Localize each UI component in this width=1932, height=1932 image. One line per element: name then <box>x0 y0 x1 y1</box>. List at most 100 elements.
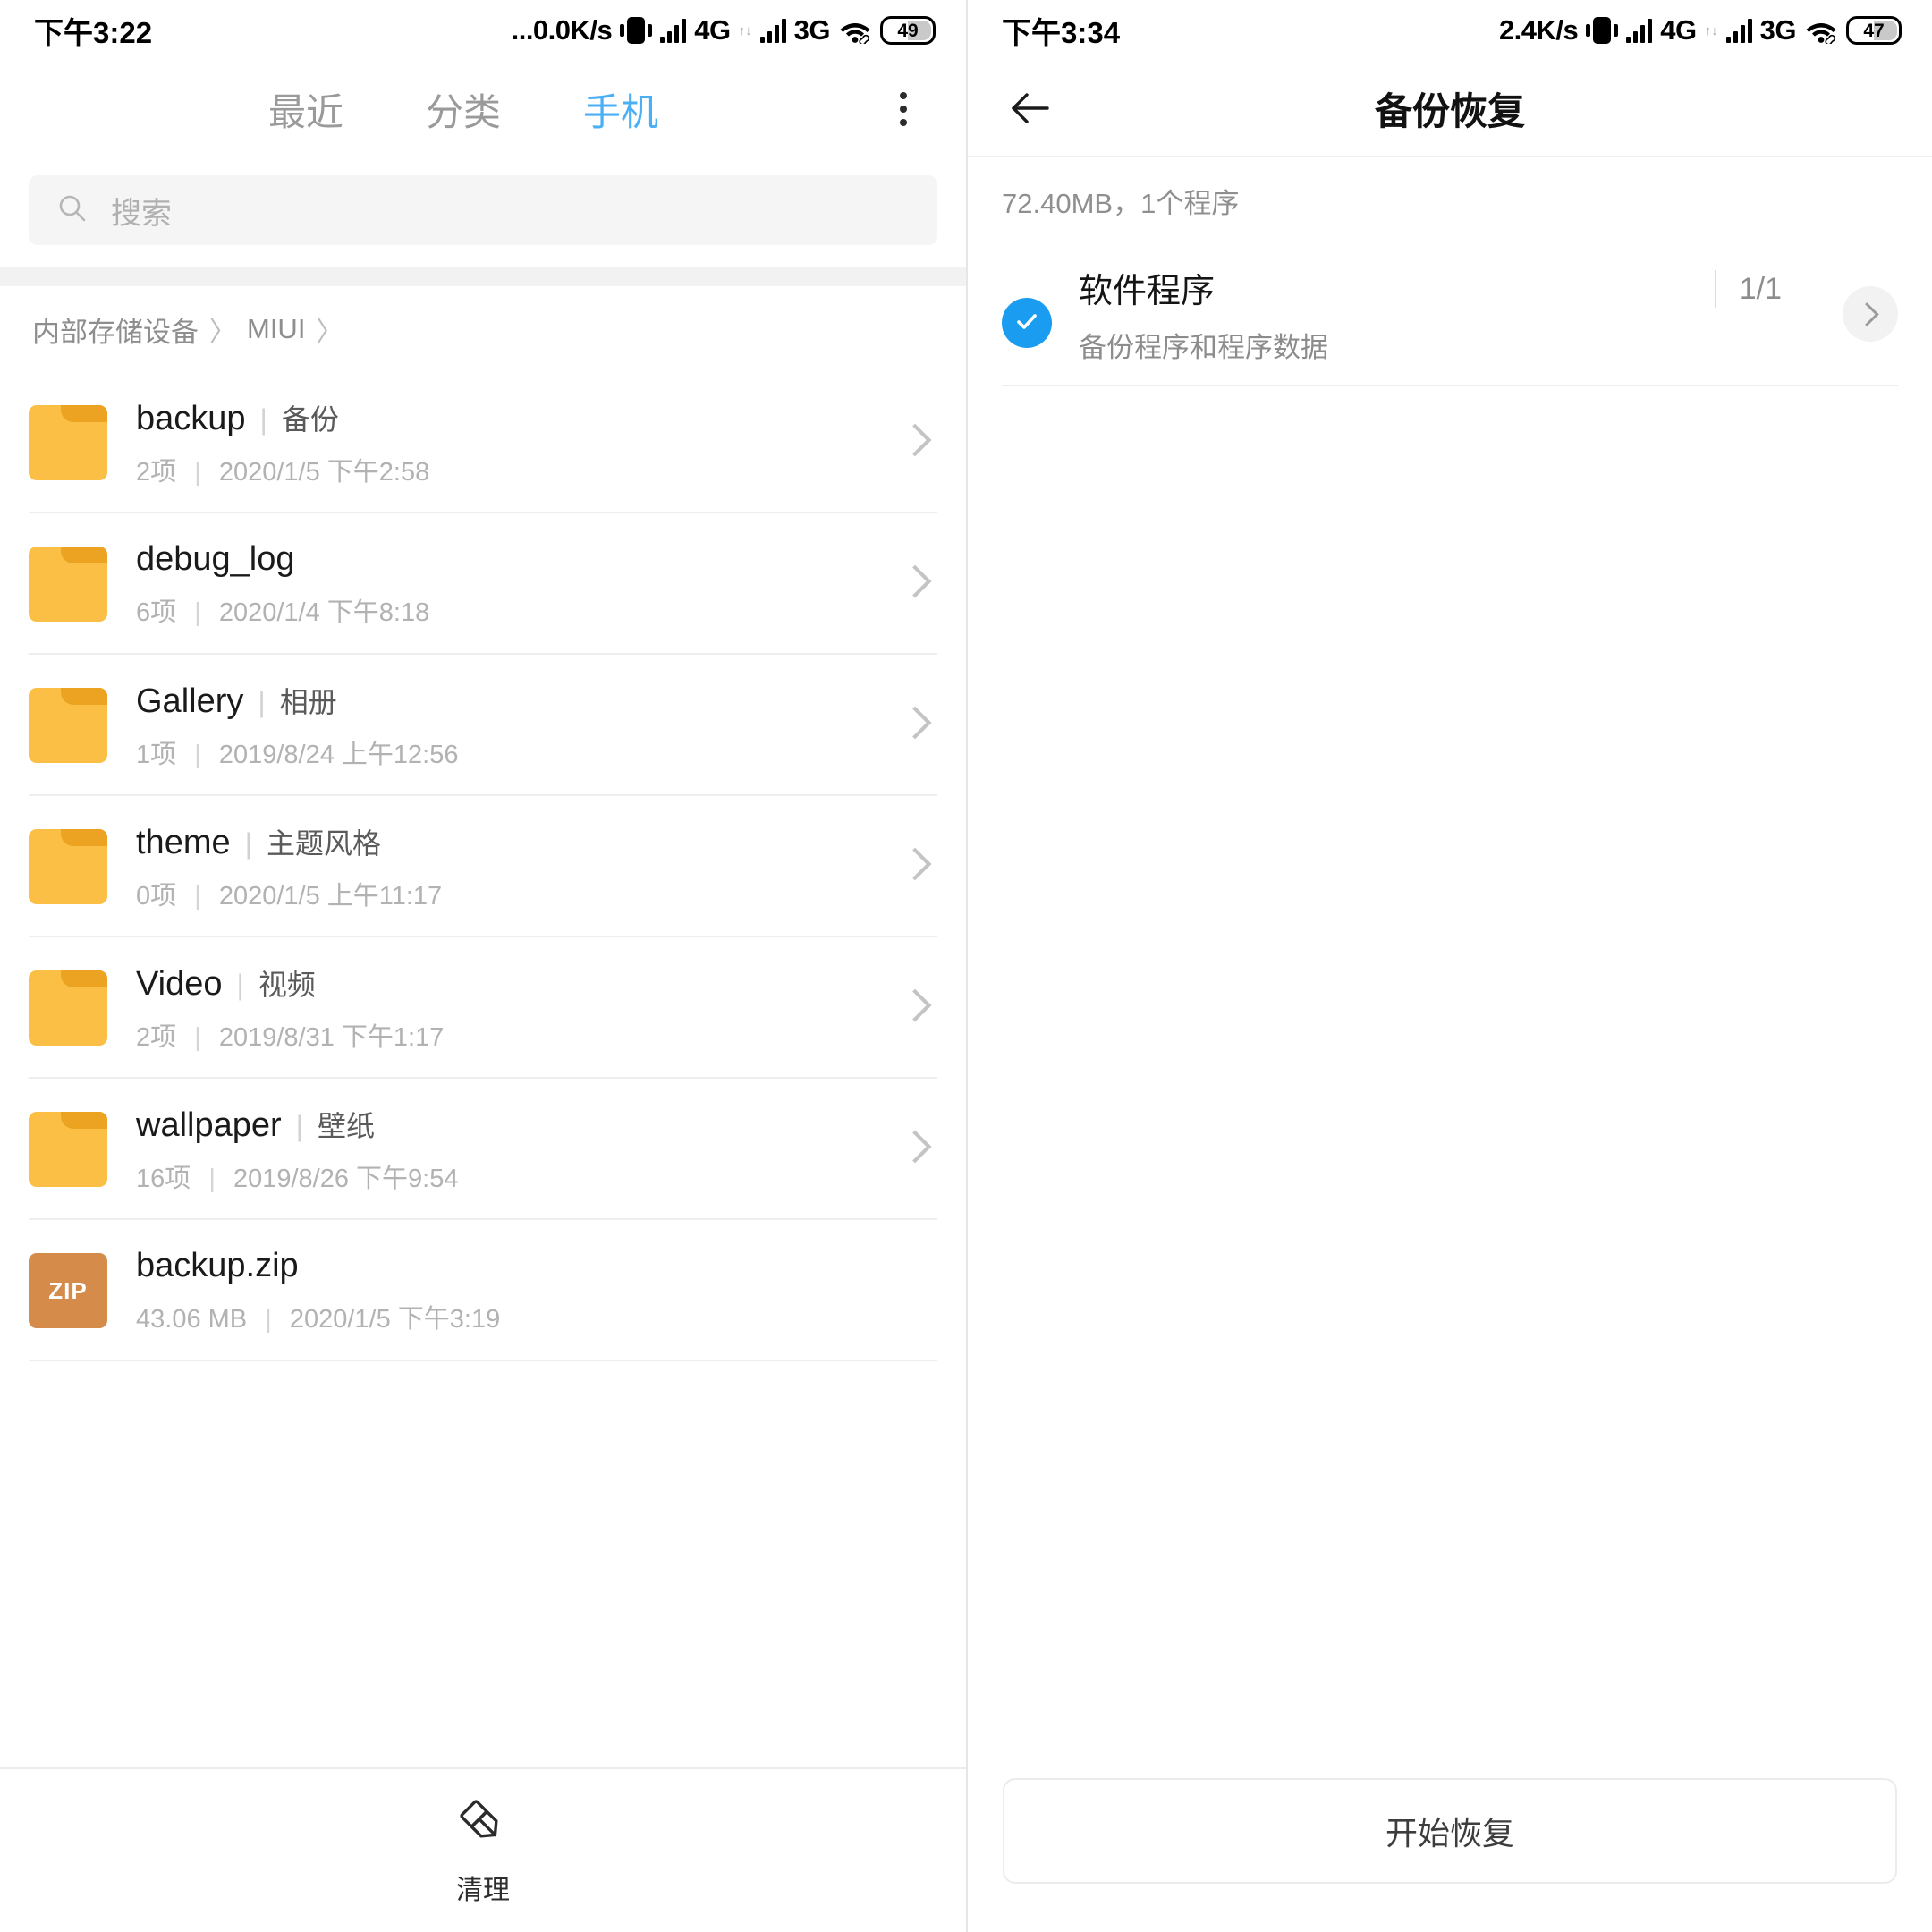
backup-summary: 72.40MB，1个程序 <box>1002 187 1240 219</box>
file-item-count: 1项 <box>136 741 177 769</box>
file-date: 2020/1/4 下午8:18 <box>218 597 430 627</box>
file-date: 2020/1/5 上午11:17 <box>218 882 443 911</box>
signal-bars-sim1-icon <box>660 18 687 43</box>
alias-separator: | <box>236 969 244 1001</box>
file-meta: debug_log 6项 | 2020/1/4 下午8:18 <box>136 540 902 629</box>
count-divider <box>1714 270 1716 308</box>
file-name: backup <box>136 400 246 437</box>
file-subtitle: 16项 | 2019/8/26 下午9:54 <box>136 1157 902 1195</box>
backup-option-count-group: 1/1 <box>1714 270 1782 308</box>
file-meta: Video | 视频 2项 | 2019/8/31 下午1:17 <box>136 962 902 1054</box>
folder-icon <box>29 688 107 763</box>
status-icons-group: 2.4K/s 4G ↑↓ 3G 47 <box>1499 14 1902 47</box>
file-row[interactable]: Gallery | 相册 1项 | 2019/8/24 上午12:56 <box>0 655 966 796</box>
folder-icon <box>29 1112 107 1187</box>
tab-phone[interactable]: 手机 <box>583 82 658 137</box>
signal-bars-sim1-icon <box>1626 18 1653 43</box>
file-meta: backup | 备份 2项 | 2020/1/5 下午2:58 <box>136 397 902 488</box>
chevron-right-icon[interactable] <box>902 983 928 1033</box>
file-name: debug_log <box>136 539 295 578</box>
chevron-right-icon[interactable] <box>902 559 928 609</box>
backup-option-row[interactable]: 软件程序 备份程序和程序数据 1/1 <box>1002 243 1898 386</box>
subtitle-separator: | <box>194 882 201 911</box>
file-meta: theme | 主题风格 0项 | 2020/1/5 上午11:17 <box>136 821 902 912</box>
file-subtitle: 6项 | 2020/1/4 下午8:18 <box>136 591 902 629</box>
clean-button-label: 清理 <box>456 1875 510 1905</box>
file-subtitle: 1项 | 2019/8/24 上午12:56 <box>136 733 902 771</box>
dual-screenshot-container: 下午3:22 ...0.0K/s 4G ↑↓ 3G 49 最近 分类 手机 搜索… <box>0 0 1932 1932</box>
chevron-right-icon[interactable] <box>1843 286 1898 342</box>
tab-categories[interactable]: 分类 <box>426 82 501 137</box>
backup-option-count: 1/1 <box>1739 271 1782 306</box>
battery-level: 47 <box>1863 20 1885 41</box>
file-item-count: 6项 <box>136 597 177 627</box>
file-alias: 壁纸 <box>317 1110 375 1142</box>
right-panel-backup-restore: 下午3:34 2.4K/s 4G ↑↓ 3G 47 备份恢复 72.40MB，1… <box>966 0 1932 1932</box>
file-name: wallpaper <box>136 1106 282 1144</box>
alias-separator: | <box>295 1110 303 1142</box>
status-icons-group: ...0.0K/s 4G ↑↓ 3G 49 <box>512 14 936 47</box>
file-row[interactable]: wallpaper | 壁纸 16项 | 2019/8/26 下午9:54 <box>0 1079 966 1220</box>
bottom-toolbar-left: 清理 <box>0 1767 966 1932</box>
arrow-left-icon[interactable] <box>1004 81 1057 135</box>
battery-level: 49 <box>897 20 919 41</box>
file-item-count: 16项 <box>136 1165 191 1193</box>
file-row[interactable]: Video | 视频 2项 | 2019/8/31 下午1:17 <box>0 937 966 1079</box>
file-size: 43.06 MB <box>136 1304 248 1334</box>
file-list: backup | 备份 2项 | 2020/1/5 下午2:58 debug_l… <box>0 372 966 1361</box>
chevron-right-icon[interactable] <box>902 1124 928 1174</box>
breadcrumb-root[interactable]: 内部存储设备 <box>32 309 199 350</box>
tab-bar: 最近 分类 手机 <box>0 61 966 157</box>
file-meta: wallpaper | 壁纸 16项 | 2019/8/26 下午9:54 <box>136 1104 902 1195</box>
signal-bars-sim2-icon <box>1725 18 1752 43</box>
file-meta: backup.zip 43.06 MB | 2020/1/5 下午3:19 <box>136 1247 928 1335</box>
folder-icon <box>29 547 107 622</box>
file-name: backup.zip <box>136 1246 299 1284</box>
search-icon <box>57 193 88 228</box>
battery-icon: 49 <box>880 16 936 45</box>
left-panel-file-manager: 下午3:22 ...0.0K/s 4G ↑↓ 3G 49 最近 分类 手机 搜索… <box>0 0 966 1932</box>
file-item-count: 2项 <box>136 1023 177 1052</box>
alias-separator: | <box>258 686 266 718</box>
zip-file-icon: ZIP <box>29 1253 107 1328</box>
file-row[interactable]: debug_log 6项 | 2020/1/4 下午8:18 <box>0 513 966 655</box>
file-row[interactable]: theme | 主题风格 0项 | 2020/1/5 上午11:17 <box>0 796 966 937</box>
file-date: 2020/1/5 下午2:58 <box>218 458 430 487</box>
file-alias: 相册 <box>279 686 337 718</box>
status-time: 下午3:34 <box>1002 16 1121 49</box>
file-meta: Gallery | 相册 1项 | 2019/8/24 上午12:56 <box>136 680 902 771</box>
checkbox-checked[interactable] <box>1002 298 1052 348</box>
subtitle-separator: | <box>194 458 201 487</box>
broom-icon <box>455 1795 511 1855</box>
section-divider-band <box>0 267 966 286</box>
file-alias: 主题风格 <box>266 827 381 860</box>
vibrate-icon <box>620 17 653 44</box>
chevron-right-icon[interactable] <box>902 418 928 468</box>
network-speed: 2.4K/s <box>1498 14 1579 46</box>
signal-bars-sim2-icon <box>759 18 786 43</box>
bottom-toolbar-right: 开始恢复 <box>968 1767 1932 1932</box>
subtitle-separator: | <box>194 741 201 769</box>
file-alias: 备份 <box>281 403 339 436</box>
page-title: 备份恢复 <box>1374 89 1525 132</box>
folder-icon <box>29 970 107 1046</box>
subtitle-separator: | <box>208 1165 216 1193</box>
chevron-right-icon[interactable] <box>902 700 928 750</box>
file-row[interactable]: ZIP backup.zip 43.06 MB | 2020/1/5 下午3:1… <box>0 1220 966 1361</box>
more-vertical-icon[interactable] <box>878 84 928 134</box>
app-bar: 备份恢复 <box>968 61 1932 157</box>
clean-button[interactable]: 清理 <box>455 1795 511 1907</box>
chevron-right-icon[interactable] <box>902 842 928 892</box>
check-icon <box>1012 306 1042 341</box>
breadcrumb-folder[interactable]: MIUI <box>247 313 305 345</box>
file-name: Video <box>136 965 223 1003</box>
network-type-sim2: 3G <box>1759 14 1797 46</box>
search-input[interactable]: 搜索 <box>29 175 937 245</box>
start-restore-button[interactable]: 开始恢复 <box>1003 1778 1897 1884</box>
file-row[interactable]: backup | 备份 2项 | 2020/1/5 下午2:58 <box>0 372 966 513</box>
wifi-icon <box>1804 17 1838 46</box>
status-time: 下午3:22 <box>34 16 153 49</box>
tab-recent[interactable]: 最近 <box>268 82 343 137</box>
battery-icon: 47 <box>1846 16 1902 45</box>
file-subtitle: 2项 | 2019/8/31 下午1:17 <box>136 1016 902 1054</box>
